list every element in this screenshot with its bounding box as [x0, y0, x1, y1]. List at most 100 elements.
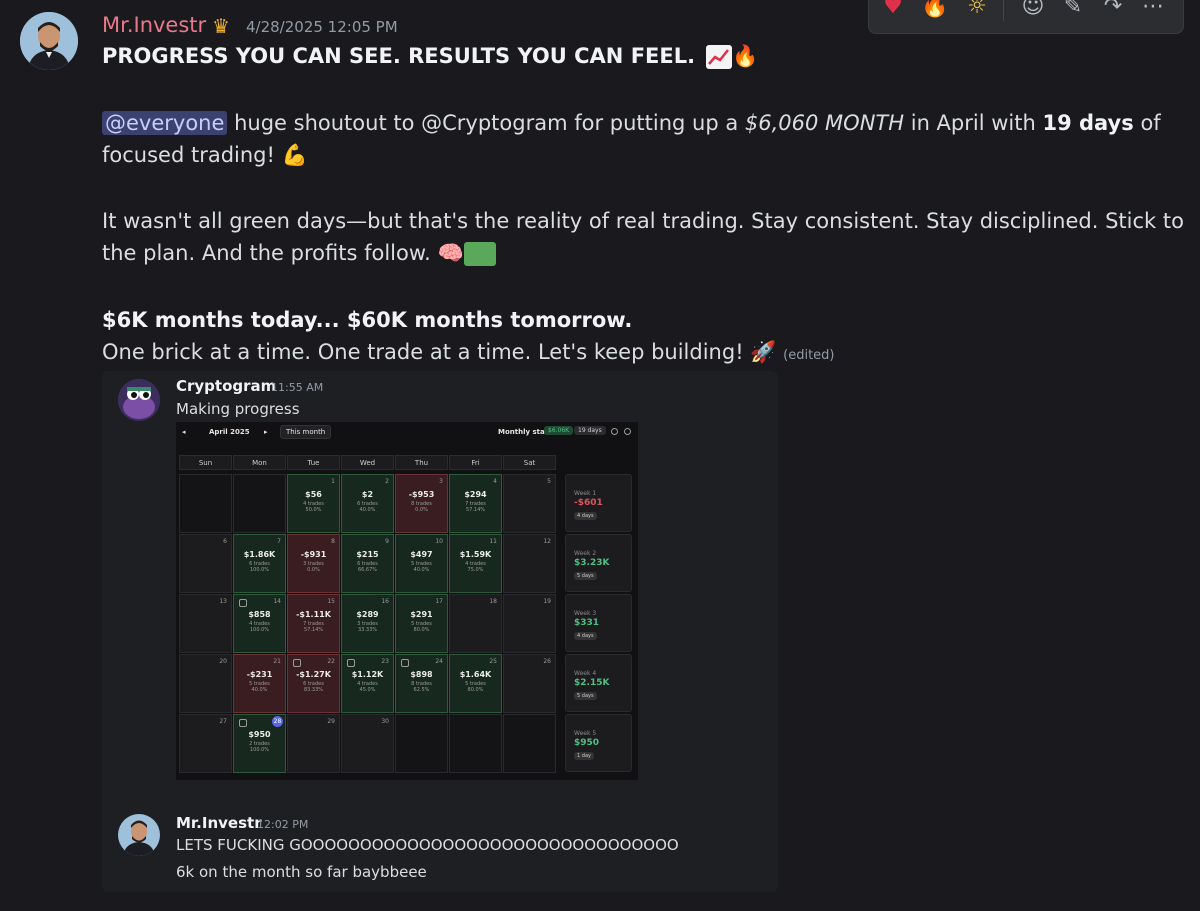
calendar-day-cell: 29 [287, 714, 340, 773]
day-number: 21 [273, 658, 281, 665]
calendar-day-cell [233, 474, 286, 533]
heart-reaction-icon[interactable]: ♥ [875, 0, 911, 25]
calendar-day-cell: 12 [503, 534, 556, 593]
add-reaction-icon[interactable]: ☺ [1015, 0, 1051, 25]
p1-text-a: huge shoutout to @Cryptogram for putting… [234, 111, 739, 135]
week-days: 5 days [574, 572, 597, 580]
day-winrate: 100.0% [249, 567, 270, 573]
day-winrate: 40.0% [251, 687, 268, 693]
toolbar-divider [1003, 0, 1004, 21]
day-number: 29 [327, 718, 335, 725]
calendar-day-cell: 16 $289 3 trades 33.33% [341, 594, 394, 653]
calendar-day-cell: 20 [179, 654, 232, 713]
note-icon [293, 659, 301, 667]
day-pnl: $1.59K [459, 550, 492, 559]
week-label: Week 1 [574, 490, 597, 497]
fire-icon: 🔥 [732, 44, 759, 68]
calendar-day-cell: 3 -$953 8 trades 0.0% [395, 474, 448, 533]
day-pnl: $858 [248, 610, 271, 619]
monthly-total: $6.06K [544, 426, 574, 435]
day-pnl: $291 [410, 610, 433, 619]
weekday-header: Sun [179, 455, 232, 470]
week-days: 1 day [574, 752, 594, 760]
day-winrate: 40.0% [413, 567, 430, 573]
calendar-day-cell: 2 $2 6 trades 40.0% [341, 474, 394, 533]
flexed-bicep-icon: 💪 [281, 143, 308, 167]
week-value: $950 [574, 738, 600, 748]
day-pnl: -$1.11K [296, 610, 331, 619]
mention-everyone[interactable]: @everyone [102, 111, 228, 135]
day-pnl: -$231 [246, 670, 273, 679]
day-pnl: -$931 [300, 550, 327, 559]
more-icon[interactable]: ⋯ [1135, 0, 1171, 25]
author-avatar[interactable] [20, 12, 78, 70]
week-summary-card: Week 1 -$601 4 days [565, 474, 632, 532]
day-number: 9 [385, 538, 389, 545]
calendar-day-cell: 14 $858 4 trades 100.0% [233, 594, 286, 653]
week-value: $2.15K [574, 678, 610, 688]
pnl-calendar: ◂ April 2025 ▸ This month Monthly stats:… [176, 422, 638, 780]
calendar-day-cell: 11 $1.59K 4 trades 75.0% [449, 534, 502, 593]
calendar-day-cell: 1 $56 4 trades 50.0% [287, 474, 340, 533]
day-winrate: 0.0% [415, 507, 428, 513]
day-pnl: $497 [410, 550, 433, 559]
calendar-day-cell: 10 $497 5 trades 40.0% [395, 534, 448, 593]
author-name[interactable]: Mr.Investr [102, 13, 206, 37]
paragraph-2-line-2: the plan. And the profits follow. 🧠 [102, 241, 496, 266]
this-month-button: This month [280, 425, 332, 439]
calendar-day-cell: 21 -$231 5 trades 40.0% [233, 654, 286, 713]
calendar-day-cell: 26 [503, 654, 556, 713]
sun-reaction-icon[interactable]: ☼ [959, 0, 995, 25]
message-toolbar: ♥ 🔥 ☼ ☺ ✎ ↷ ⋯ [868, 0, 1184, 34]
day-pnl: $1.86K [243, 550, 276, 559]
day-number: 25 [489, 658, 497, 665]
week-label: Week 3 [574, 610, 597, 617]
day-number: 5 [547, 478, 551, 485]
week-summary-card: Week 2 $3.23K 5 days [565, 534, 632, 592]
forward-icon[interactable]: ↷ [1095, 0, 1131, 25]
day-number: 18 [489, 598, 497, 605]
calendar-day-cell: 25 $1.64K 5 trades 80.0% [449, 654, 502, 713]
calendar-day-cell: 30 [341, 714, 394, 773]
week-label: Week 5 [574, 730, 597, 737]
weekday-header: Tue [287, 455, 340, 470]
day-number: 23 [381, 658, 389, 665]
calendar-day-cell: 8 -$931 3 trades 0.0% [287, 534, 340, 593]
calendar-month: April 2025 [209, 428, 250, 436]
next-month-icon: ▸ [264, 428, 268, 436]
day-pnl: $1.64K [459, 670, 492, 679]
p1-days: 19 days [1042, 111, 1134, 135]
day-winrate: 45.0% [359, 687, 376, 693]
calendar-day-cell: 18 [449, 594, 502, 653]
week-label: Week 2 [574, 550, 597, 557]
calendar-day-cell: 24 $898 8 trades 62.5% [395, 654, 448, 713]
day-number: 24 [435, 658, 443, 665]
money-icon [463, 242, 496, 266]
p1-amount: $6,060 MONTH [744, 111, 905, 135]
day-pnl: $950 [248, 730, 271, 739]
headline-text: PROGRESS YOU CAN SEE. RESULTS YOU CAN FE… [102, 44, 696, 68]
calendar-day-cell: 13 [179, 594, 232, 653]
edit-icon[interactable]: ✎ [1055, 0, 1091, 25]
calendar-day-cell: 4 $294 7 trades 57.14% [449, 474, 502, 533]
settings-icon [611, 428, 618, 435]
day-pnl: $2 [361, 490, 374, 499]
day-number: 1 [331, 478, 335, 485]
day-winrate: 40.0% [359, 507, 376, 513]
day-number: 12 [543, 538, 551, 545]
reply-line-1: LETS FUCKING GOOOOOOOOOOOOOOOOOOOOOOOOOO… [176, 836, 679, 854]
calendar-day-cell: 22 -$1.27K 6 trades 83.33% [287, 654, 340, 713]
fire-reaction-icon[interactable]: 🔥 [917, 0, 953, 25]
note-icon [347, 659, 355, 667]
week-value: $3.23K [574, 558, 610, 568]
p2-line2: the plan. And the profits follow. [102, 241, 431, 265]
day-number: 19 [543, 598, 551, 605]
week-days: 4 days [574, 632, 597, 640]
week-days: 4 days [574, 512, 597, 520]
weekday-header: Mon [233, 455, 286, 470]
day-number: 15 [327, 598, 335, 605]
day-winrate: 100.0% [249, 747, 270, 753]
calendar-day-cell: 28 $950 2 trades 100.0% [233, 714, 286, 773]
info-icon [624, 428, 631, 435]
embed-author-name: Cryptogram [176, 377, 277, 395]
